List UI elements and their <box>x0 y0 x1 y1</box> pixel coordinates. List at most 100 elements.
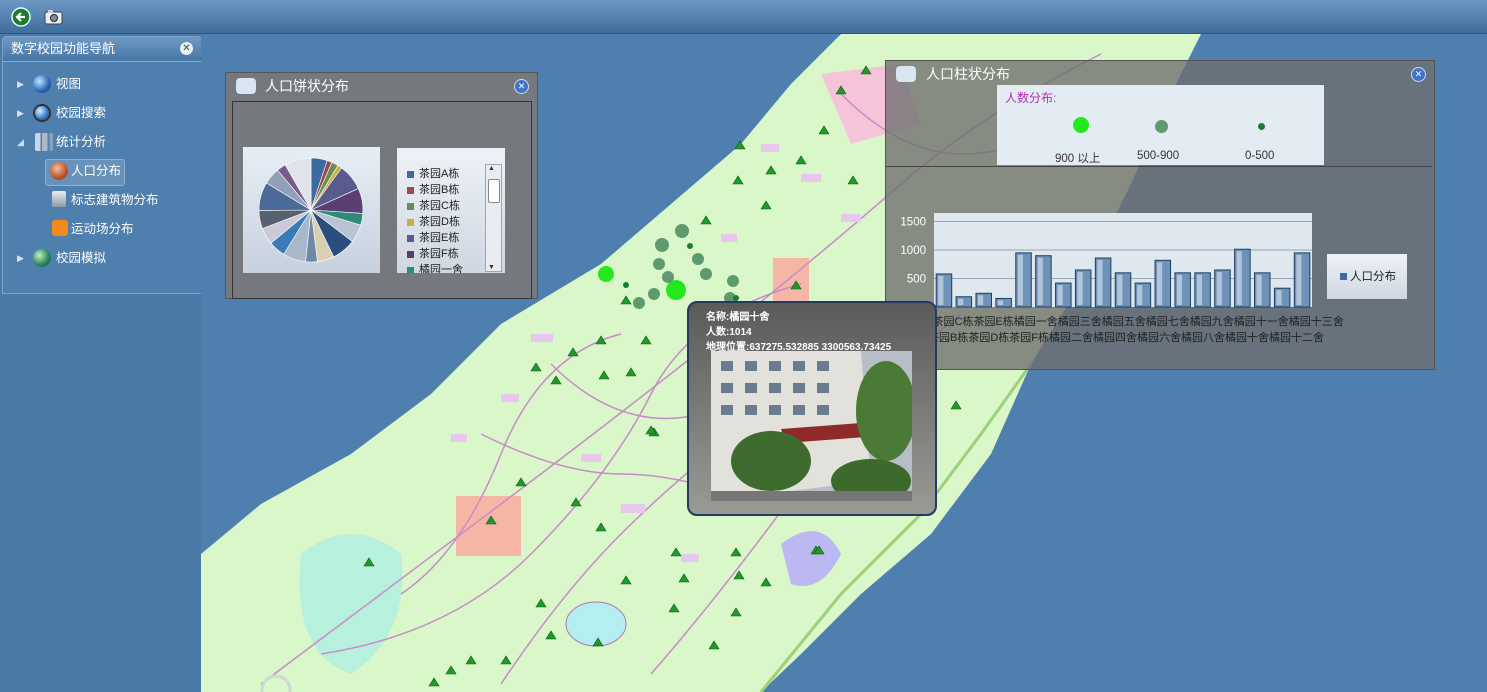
bar-highlight <box>1157 262 1163 305</box>
pie-legend-item: 茶园D栋 <box>407 214 463 230</box>
back-arrow-icon[interactable] <box>11 7 31 27</box>
bar-highlight <box>1216 271 1222 305</box>
nav-tree: ▶ 视图 ▶ 校园搜索 ◢ 统计分析 人口分布 标志建筑物分布 运动场分布 ▶ … <box>3 62 201 273</box>
panel-title: 人口饼状分布 <box>265 78 349 94</box>
bar-highlight <box>1176 274 1183 305</box>
popup-population: 人数:1014 <box>706 327 752 338</box>
legend-swatch-icon <box>407 171 414 178</box>
globe-icon <box>33 249 51 267</box>
legend-swatch-icon <box>407 235 414 242</box>
camera-icon[interactable] <box>44 7 64 27</box>
nav-item-label: 校园模拟 <box>56 251 107 265</box>
close-icon[interactable]: ✕ <box>514 79 529 94</box>
close-icon[interactable]: ✕ <box>1411 67 1426 82</box>
nav-item-label: 校园搜索 <box>56 106 107 120</box>
pie-legend-list: 茶园A栋茶园B栋茶园C栋茶园D栋茶园E栋茶园F栋橘园一舍 <box>407 166 463 273</box>
expand-arrow-icon[interactable]: ▶ <box>17 99 24 128</box>
bar-highlight <box>958 298 964 305</box>
scrollbar-thumb[interactable] <box>488 179 500 203</box>
nav-item-statistics[interactable]: ◢ 统计分析 <box>3 128 201 157</box>
y-tick-label: 1000 <box>900 245 926 257</box>
nav-item-label: 统计分析 <box>56 135 107 149</box>
legend-label-high: 900 以上 <box>1055 153 1101 165</box>
bar-highlight <box>997 300 1004 305</box>
building-icon <box>52 191 66 207</box>
population-level-legend: 人数分布: 900 以上 500-900 0-500 <box>997 85 1324 165</box>
legend-label: 茶园A栋 <box>419 168 460 180</box>
magnifier-globe-icon <box>33 104 51 122</box>
scroll-down-icon[interactable]: ▼ <box>488 264 495 271</box>
bar-highlight <box>1137 285 1143 305</box>
building-info-popup[interactable]: 名称:橘园十舍 人数:1014 地理位置:637275.532885 33005… <box>687 301 937 516</box>
nav-close-icon[interactable]: ✕ <box>180 42 193 55</box>
bar-highlight <box>1017 254 1023 305</box>
bar-legend: 人口分布 <box>1327 254 1407 299</box>
legend-swatch-icon <box>407 251 414 258</box>
nav-item-view[interactable]: ▶ 视图 <box>3 70 201 99</box>
people-icon <box>50 162 68 180</box>
expand-arrow-icon[interactable]: ▶ <box>17 244 24 273</box>
globe-icon <box>33 75 51 93</box>
nav-item-campus-simulation[interactable]: ▶ 校园模拟 <box>3 244 201 273</box>
chart-icon <box>35 133 53 151</box>
legend-label-low: 0-500 <box>1245 150 1275 162</box>
pie-chart-panel[interactable]: 人口饼状分布 ✕ 茶园A栋茶园B栋茶园C栋茶园D栋茶园E栋茶园F栋橘园一舍 ▲ … <box>225 72 538 299</box>
nav-item-population[interactable]: 人口分布 <box>3 157 201 186</box>
legend-label: 茶园B栋 <box>419 184 460 196</box>
bar-highlight <box>1196 274 1202 305</box>
legend-label: 茶园C栋 <box>419 200 460 212</box>
nav-item-label: 标志建筑物分布 <box>71 193 159 207</box>
bar-highlight <box>1236 251 1242 305</box>
pie-panel-title-bar[interactable]: 人口饼状分布 ✕ <box>226 73 537 99</box>
nav-title: 数字校园功能导航 <box>11 41 116 56</box>
bar-highlight <box>938 275 944 305</box>
legend-swatch-icon <box>407 187 414 194</box>
x-tick-labels-row2: 茶园B栋茶园D栋茶园F栋橘园二舍橘园四舍橘园六舍橘园八舍橘园十舍橘园十二舍 <box>928 330 1324 344</box>
legend-swatch-icon <box>407 267 414 273</box>
medium-dot-icon <box>1155 120 1168 133</box>
bar-highlight <box>977 295 984 305</box>
series-swatch-icon <box>1340 273 1347 280</box>
bar-highlight <box>1117 274 1123 305</box>
owl-icon <box>896 66 916 82</box>
collapse-arrow-icon[interactable]: ◢ <box>17 128 24 157</box>
y-tick-label: 500 <box>907 274 926 286</box>
legend-swatch-icon <box>407 203 414 210</box>
bar-highlight <box>1037 257 1043 305</box>
scroll-up-icon[interactable]: ▲ <box>488 165 495 172</box>
bar-highlight <box>1057 285 1063 305</box>
bar-highlight <box>1276 290 1282 305</box>
large-dot-icon <box>1073 117 1089 133</box>
building-photo <box>711 351 912 501</box>
y-tick-label: 1500 <box>900 217 926 229</box>
nav-item-label: 视图 <box>56 77 82 91</box>
bar-highlight <box>1077 271 1083 305</box>
nav-item-label: 人口分布 <box>71 164 122 178</box>
pie-panel-body: 茶园A栋茶园B栋茶园C栋茶园D栋茶园E栋茶园F栋橘园一舍 ▲ ▼ <box>232 101 532 299</box>
bar-panel-title-bar[interactable]: 人口柱状分布 ✕ <box>886 61 1434 87</box>
navigation-panel: 数字校园功能导航 ✕ ▶ 视图 ▶ 校园搜索 ◢ 统计分析 人口分布 标志建筑物… <box>2 36 202 294</box>
pie-legend-item: 茶园B栋 <box>407 182 463 198</box>
nav-item-label: 运动场分布 <box>71 222 134 236</box>
legend-swatch-icon <box>407 219 414 226</box>
popup-name: 名称:橘园十舍 <box>706 312 770 323</box>
legend-scrollbar[interactable]: ▲ ▼ <box>485 164 502 272</box>
bar-chart-panel[interactable]: 人口柱状分布 ✕ 人数分布: 900 以上 500-900 0-500 500 1… <box>885 60 1435 370</box>
nav-item-sports-fields[interactable]: 运动场分布 <box>3 215 201 244</box>
expand-arrow-icon[interactable]: ▶ <box>17 70 24 99</box>
pie-legend-item: 茶园E栋 <box>407 230 463 246</box>
legend-label: 茶园F栋 <box>419 248 459 260</box>
legend-label: 茶园E栋 <box>419 232 460 244</box>
owl-icon <box>236 78 256 94</box>
pie-chart-canvas <box>258 157 364 263</box>
nav-item-landmarks[interactable]: 标志建筑物分布 <box>3 186 201 215</box>
nav-header: 数字校园功能导航 ✕ <box>3 37 201 62</box>
small-dot-icon <box>1258 123 1265 130</box>
nav-item-campus-search[interactable]: ▶ 校园搜索 <box>3 99 201 128</box>
legend-label: 橘园一舍 <box>419 264 463 273</box>
pie-legend-item: 茶园A栋 <box>407 166 463 182</box>
bar-chart-area: 500 1000 1500 茶园A栋茶园C栋茶园E栋橘园一舍橘园三舍橘园五舍橘园七舍橘… <box>886 166 1432 369</box>
legend-label: 茶园D栋 <box>419 216 460 228</box>
panel-title: 人口柱状分布 <box>926 66 1010 82</box>
top-toolbar <box>0 0 1487 34</box>
